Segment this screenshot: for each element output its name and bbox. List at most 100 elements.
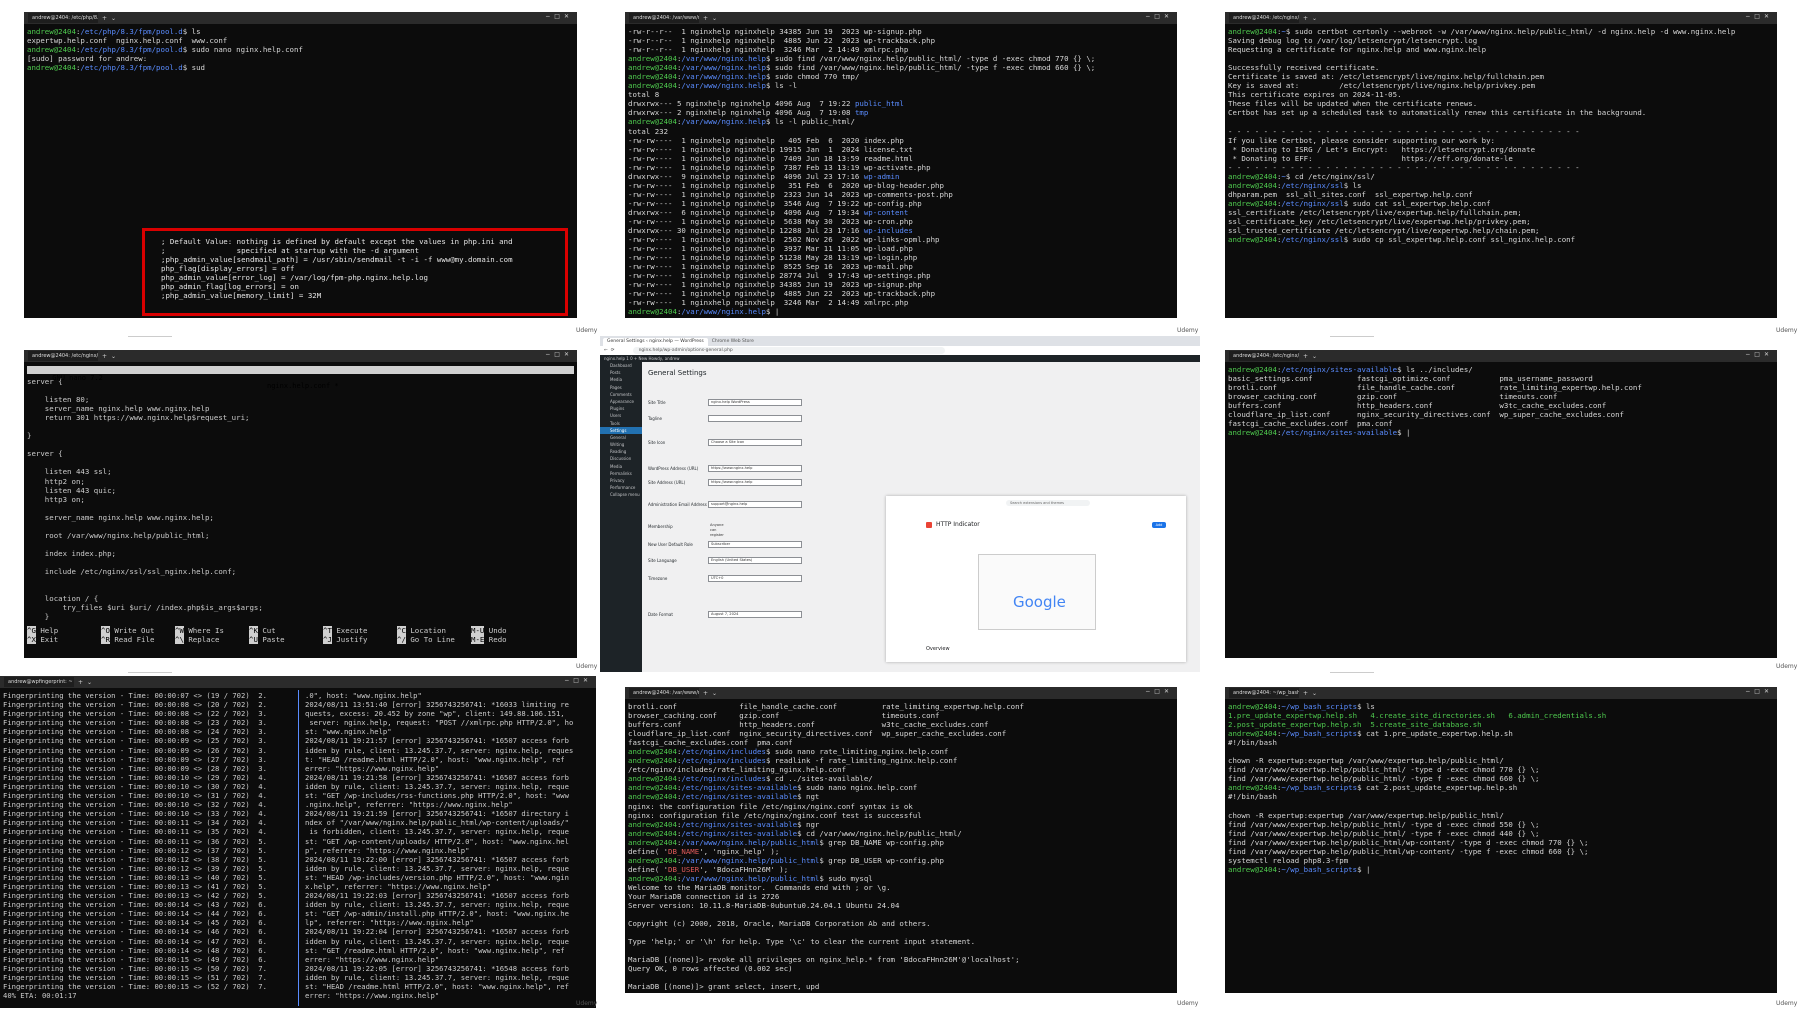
nano-shortcut-label: Cut — [257, 626, 276, 635]
popup-search[interactable]: Search extensions and themes — [1006, 500, 1090, 506]
chevron-down-icon[interactable]: ⌄ — [712, 15, 717, 22]
nano-shortcut[interactable]: M-E Redo — [471, 635, 545, 644]
field-input[interactable] — [708, 415, 802, 422]
chevron-down-icon[interactable]: ⌄ — [1312, 353, 1317, 360]
sidebar-item-dashboard[interactable]: Dashboard — [600, 362, 642, 369]
sidebar-item-comments[interactable]: Comments — [600, 391, 642, 398]
sidebar-item-media[interactable]: Media — [600, 463, 642, 470]
field-input[interactable]: August 7, 2024 — [708, 611, 802, 618]
new-tab-icon[interactable]: + — [78, 679, 83, 686]
new-tab-icon[interactable]: + — [102, 15, 107, 22]
field-input[interactable]: Anyone can register — [708, 523, 724, 537]
browser-tab[interactable]: Chrome Web Store — [708, 338, 758, 346]
window-controls-icon[interactable]: −□✕ — [1145, 688, 1173, 695]
field-input[interactable]: UTC+0 — [708, 575, 802, 582]
window-controls-icon[interactable]: −□✕ — [545, 13, 573, 20]
nano-shortcut[interactable]: ^O Write Out — [101, 626, 175, 635]
reload-icon[interactable]: ⟳ — [611, 348, 615, 353]
terminal-panel-mariadb[interactable]: andrew@2404: /var/www/nginx.help + ⌄ −□✕… — [625, 687, 1177, 993]
nano-shortcut[interactable]: ^G Help — [27, 626, 101, 635]
window-controls-icon[interactable]: −□✕ — [545, 351, 573, 358]
field-input[interactable]: Choose a Site Icon — [708, 439, 802, 446]
terminal-tab[interactable]: andrew@2404: /etc/php/8.3/fpm/pool.d — [28, 13, 98, 23]
terminal-tab[interactable]: andrew@2404: /etc/nginx/sites-available — [1229, 351, 1299, 361]
terminal-panel-wpscan-logs[interactable]: andrew@wpfingerprint: ~ + ⌄ −□✕ Fingerpr… — [0, 676, 596, 1008]
sidebar-item-appearance[interactable]: Appearance — [600, 398, 642, 405]
nano-shortcut[interactable]: M-U Undo — [471, 626, 545, 635]
sidebar-item-permalinks[interactable]: Permalinks — [600, 470, 642, 477]
field-input[interactable]: https://www.nginx.help — [708, 479, 802, 486]
add-extension-button[interactable]: Add — [1152, 522, 1166, 528]
sidebar-item-media[interactable]: Media — [600, 376, 642, 383]
browser-panel-wordpress[interactable]: General Settings ‹ nginx.help — WordPres… — [600, 336, 1200, 672]
nano-shortcut[interactable]: ^X Exit — [27, 635, 101, 644]
chevron-down-icon[interactable]: ⌄ — [111, 353, 116, 360]
field-input[interactable]: https://www.nginx.help — [708, 465, 802, 472]
sidebar-item-plugins[interactable]: Plugins — [600, 405, 642, 412]
sidebar-item-tools[interactable]: Tools — [600, 420, 642, 427]
new-tab-icon[interactable]: + — [1303, 353, 1308, 360]
sidebar-item-writing[interactable]: Writing — [600, 441, 642, 448]
nano-shortcut[interactable]: ^K Cut — [249, 626, 323, 635]
split-divider[interactable] — [298, 690, 299, 1006]
window-controls-icon[interactable]: −□✕ — [1745, 351, 1773, 358]
terminal-tab[interactable]: andrew@wpfingerprint: ~ — [4, 677, 74, 687]
terminal-panel-includes[interactable]: andrew@2404: /etc/nginx/sites-available … — [1225, 350, 1777, 658]
chevron-down-icon[interactable]: ⌄ — [111, 15, 116, 22]
nano-shortcut-key: M-U — [471, 626, 485, 635]
sidebar-item-reading[interactable]: Reading — [600, 448, 642, 455]
new-tab-icon[interactable]: + — [1303, 15, 1308, 22]
chevron-down-icon[interactable]: ⌄ — [1312, 15, 1317, 22]
terminal-text: * Donating to ISRG / Let's Encrypt: http… — [1228, 144, 1536, 154]
nano-editor-content[interactable]: server { listen 80; server_name nginx.he… — [24, 374, 577, 624]
sidebar-item-discussion[interactable]: Discussion — [600, 455, 642, 462]
new-tab-icon[interactable]: + — [1303, 690, 1308, 697]
sidebar-item-general[interactable]: General — [600, 434, 642, 441]
terminal-panel-bash-scripts[interactable]: andrew@2404: ~/wp_bash_scripts + ⌄ −□✕ a… — [1225, 687, 1777, 993]
terminal-panel-nano[interactable]: andrew@2404: /etc/nginx/sites-available … — [24, 350, 577, 658]
field-input[interactable]: Subscriber — [708, 541, 802, 548]
field-input[interactable]: support@nginx.help — [708, 501, 802, 508]
extension-popup[interactable]: Search extensions and themes HTTP Indica… — [886, 496, 1186, 662]
nano-shortcut[interactable]: ^R Read File — [101, 635, 175, 644]
terminal-panel-certbot[interactable]: andrew@2404: /etc/nginx/ssl + ⌄ −□✕ andr… — [1225, 12, 1777, 318]
window-controls-icon[interactable]: −□✕ — [1745, 688, 1773, 695]
window-controls-icon[interactable]: −□✕ — [1145, 13, 1173, 20]
sidebar-item-collapse-menu[interactable]: Collapse menu — [600, 491, 642, 498]
terminal-tab[interactable]: andrew@2404: /etc/nginx/ssl — [1229, 13, 1299, 23]
field-input[interactable]: nginx.help WordPress — [708, 399, 802, 406]
nano-shortcut[interactable]: ^\ Replace — [175, 635, 249, 644]
new-tab-icon[interactable]: + — [703, 690, 708, 697]
sidebar-item-posts[interactable]: Posts — [600, 369, 642, 376]
chevron-down-icon[interactable]: ⌄ — [712, 690, 717, 697]
sidebar-item-privacy[interactable]: Privacy — [600, 477, 642, 484]
nano-shortcut[interactable]: ^U Paste — [249, 635, 323, 644]
terminal-tab[interactable]: andrew@2404: /var/www/nginx.help — [629, 688, 699, 698]
browser-tab-active[interactable]: General Settings ‹ nginx.help — WordPres… — [603, 338, 708, 346]
nano-shortcut[interactable]: ^J Justify — [323, 635, 397, 644]
back-icon[interactable]: ← — [604, 348, 608, 353]
nano-shortcut[interactable]: ^/ Go To Line — [397, 635, 471, 644]
terminal-tab[interactable]: andrew@2404: ~/wp_bash_scripts — [1229, 688, 1299, 698]
terminal-tab[interactable]: andrew@2404: /var/www/nginx.help — [629, 13, 699, 23]
terminal-panel-chmod[interactable]: andrew@2404: /var/www/nginx.help + ⌄ −□✕… — [625, 12, 1177, 318]
new-tab-icon[interactable]: + — [102, 353, 107, 360]
field-input[interactable]: English (United States) — [708, 557, 802, 564]
terminal-tab[interactable]: andrew@2404: /etc/nginx/sites-available — [28, 351, 98, 361]
chevron-down-icon[interactable]: ⌄ — [1312, 690, 1317, 697]
nano-shortcut[interactable]: ^C Location — [397, 626, 471, 635]
new-tab-icon[interactable]: + — [703, 15, 708, 22]
terminal-output: andrew@2404:~$ sudo certbot certonly --w… — [1225, 24, 1777, 247]
chevron-down-icon[interactable]: ⌄ — [87, 679, 92, 686]
nano-shortcut[interactable]: ^T Execute — [323, 626, 397, 635]
sidebar-item-settings[interactable]: Settings — [600, 426, 642, 434]
terminal-panel-php-pool[interactable]: andrew@2404: /etc/php/8.3/fpm/pool.d + ⌄… — [24, 12, 577, 318]
nano-shortcut[interactable]: ^W Where Is — [175, 626, 249, 635]
window-controls-icon[interactable]: −□✕ — [564, 677, 592, 684]
sidebar-item-performance[interactable]: Performance — [600, 484, 642, 491]
sidebar-item-pages[interactable]: Pages — [600, 384, 642, 391]
sidebar-item-users[interactable]: Users — [600, 412, 642, 419]
window-controls-icon[interactable]: −□✕ — [1745, 13, 1773, 20]
address-bar[interactable]: nginx.help/wp-admin/options-general.php — [632, 347, 945, 354]
wp-admin-bar[interactable]: nginx.help 1 0 + New Howdy, andrew — [600, 355, 1200, 362]
